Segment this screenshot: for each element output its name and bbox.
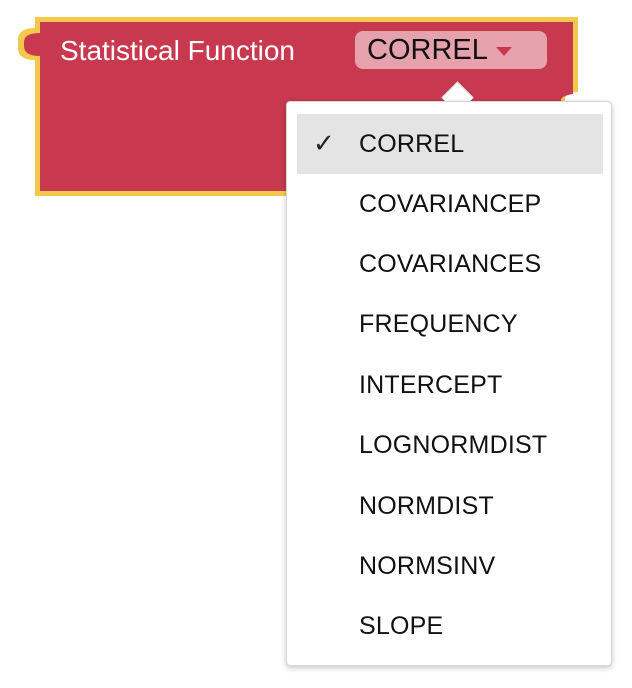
menu-item-list: ✓ CORREL COVARIANCEP COVARIANCES FREQUEN… [297, 114, 603, 657]
menu-item-frequency[interactable]: FREQUENCY [297, 295, 603, 355]
dropdown-value: CORREL [367, 34, 488, 66]
menu-item-covariances[interactable]: COVARIANCES [297, 234, 603, 294]
menu-item-label: SLOPE [359, 612, 444, 641]
function-dropdown-field[interactable]: CORREL [355, 31, 547, 69]
workspace: Statistical Function CORREL ✓ CORREL COV… [0, 0, 632, 688]
check-icon: ✓ [313, 129, 335, 159]
menu-item-label: COVARIANCES [359, 250, 542, 279]
menu-item-label: NORMDIST [359, 491, 494, 520]
menu-item-label: CORREL [359, 129, 465, 158]
menu-item-lognormdist[interactable]: LOGNORMDIST [297, 416, 603, 476]
menu-item-label: LOGNORMDIST [359, 431, 548, 460]
menu-item-label: INTERCEPT [359, 370, 503, 399]
menu-item-normsinv[interactable]: NORMSINV [297, 536, 603, 596]
menu-item-label: COVARIANCEP [359, 189, 542, 218]
block-label: Statistical Function [60, 35, 295, 66]
menu-item-label: NORMSINV [359, 552, 496, 581]
menu-item-slope[interactable]: SLOPE [297, 597, 603, 657]
menu-item-correl[interactable]: ✓ CORREL [297, 114, 603, 174]
menu-item-intercept[interactable]: INTERCEPT [297, 355, 603, 415]
dropdown-menu: ✓ CORREL COVARIANCEP COVARIANCES FREQUEN… [286, 101, 612, 666]
menu-item-label: FREQUENCY [359, 310, 518, 339]
menu-item-covariancep[interactable]: COVARIANCEP [297, 174, 603, 234]
menu-item-normdist[interactable]: NORMDIST [297, 476, 603, 536]
chevron-down-icon [495, 47, 512, 56]
